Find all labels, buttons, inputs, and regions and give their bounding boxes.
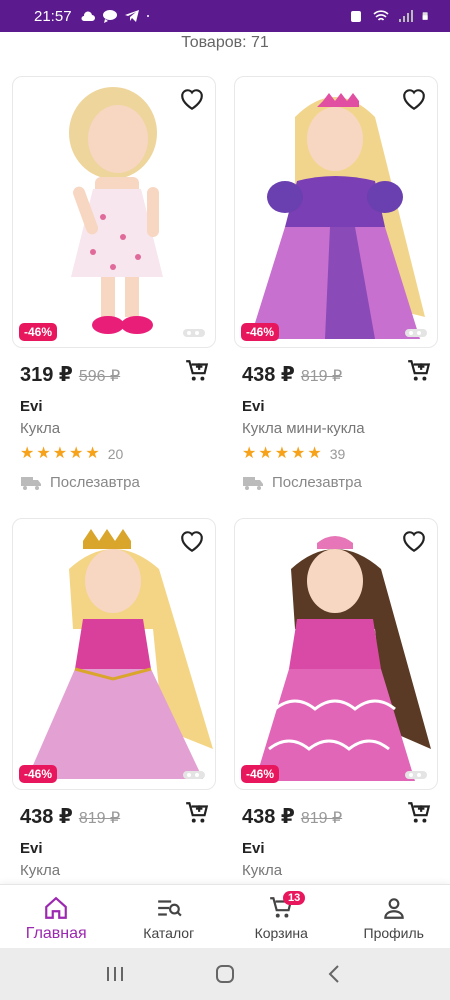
price-row: 319 ₽ 596 ₽ [20, 360, 210, 392]
star-icon: ★ [307, 445, 322, 462]
signal-icon [399, 10, 413, 22]
doll-image [255, 536, 431, 781]
cart-badge: 13 [283, 891, 306, 905]
favorite-heart-icon[interactable] [179, 87, 205, 111]
delivery-text: Послезавтра [50, 474, 140, 491]
nav-catalog-label: Каталог [143, 925, 195, 941]
old-price: 819 ₽ [300, 810, 343, 827]
nav-cart[interactable]: 13 Корзина [225, 885, 338, 948]
cart-add-icon[interactable] [406, 800, 432, 826]
star-icon: ★ [85, 445, 100, 462]
discount-badge: -46% [19, 765, 58, 783]
catalog-icon [157, 900, 182, 917]
wifi-icon [373, 10, 389, 21]
star-icon: ★ [69, 445, 84, 462]
product-card[interactable]: -46% 438 ₽ 819 ₽ Evi Кукла мини-кукла ★ ★… [234, 76, 438, 491]
truck-icon [243, 476, 263, 490]
image-pager-dots [405, 771, 427, 779]
rating-count: 39 [329, 446, 346, 462]
discount-badge: -46% [241, 323, 280, 341]
brand: Evi [242, 840, 265, 857]
system-navigation [0, 948, 450, 1000]
product-card[interactable]: -46% 319 ₽ 596 ₽ Evi Кукла ★ ★ ★ ★ ★ 20 Посл… [12, 76, 216, 491]
product-image[interactable]: -46% [12, 76, 216, 348]
star-icon: ★ [291, 445, 306, 462]
nav-home-label: Главная [25, 925, 87, 942]
rating-count: 20 [107, 446, 124, 462]
price: 438 ₽ [242, 806, 295, 828]
telegram-icon [124, 10, 139, 22]
cart-add-icon[interactable] [184, 800, 210, 826]
product-type: Кукла мини-кукла [242, 420, 365, 437]
profile-icon [383, 898, 404, 919]
recent-apps-icon[interactable] [104, 964, 126, 984]
doll-image [69, 87, 163, 334]
favorite-heart-icon[interactable] [179, 529, 205, 553]
price: 438 ₽ [242, 364, 295, 386]
favorite-heart-icon[interactable] [401, 529, 427, 553]
image-pager-dots [405, 329, 427, 337]
brand: Evi [20, 398, 43, 415]
product-image[interactable]: -46% [234, 76, 438, 348]
image-pager-dots [183, 771, 205, 779]
home-icon [45, 896, 68, 919]
status-bar: 21:57 [0, 0, 450, 32]
nav-cart-label: Корзина [254, 925, 308, 941]
doll-image [250, 93, 425, 339]
home-button-icon[interactable] [214, 963, 236, 985]
old-price: 596 ₽ [78, 368, 121, 385]
star-icon: ★ [52, 445, 68, 462]
image-pager-dots [183, 329, 205, 337]
star-icon: ★ [20, 445, 35, 462]
star-icon: ★ [242, 445, 257, 462]
nav-profile[interactable]: Профиль [338, 885, 450, 948]
nav-profile-label: Профиль [363, 925, 424, 941]
favorite-heart-icon[interactable] [401, 87, 427, 111]
rating: ★ ★ ★ ★ ★ 20 [20, 445, 124, 463]
product-type: Кукла [20, 862, 61, 879]
bottom-navigation: Главная Каталог 13 Корзина Профиль [0, 884, 450, 948]
cart-add-icon[interactable] [184, 358, 210, 384]
rating: ★ ★ ★ ★ ★ 39 [242, 445, 346, 463]
dot-icon [146, 15, 149, 17]
truck-icon [21, 476, 41, 490]
old-price: 819 ₽ [78, 810, 121, 827]
status-time: 21:57 [34, 7, 72, 25]
price-row: 438 ₽ 819 ₽ [242, 360, 432, 392]
brand: Evi [20, 840, 43, 857]
old-price: 819 ₽ [300, 368, 343, 385]
delivery: Послезавтра [20, 474, 140, 491]
discount-badge: -46% [19, 323, 58, 341]
product-image[interactable]: -46% [12, 518, 216, 790]
product-type: Кукла [242, 862, 283, 879]
nav-home[interactable]: Главная [0, 885, 113, 948]
discount-badge: -46% [241, 765, 280, 783]
price-row: 438 ₽ 819 ₽ [20, 802, 210, 834]
product-card[interactable]: -46% 438 ₽ 819 ₽ Evi Кукла [234, 518, 438, 879]
star-icon: ★ [36, 445, 51, 462]
price: 319 ₽ [20, 364, 73, 386]
star-icon: ★ [258, 445, 273, 462]
nav-catalog[interactable]: Каталог [113, 885, 226, 948]
cart-add-icon[interactable] [406, 358, 432, 384]
delivery-text: Послезавтра [272, 474, 362, 491]
cloud-icon [81, 11, 95, 21]
back-icon[interactable] [324, 963, 346, 985]
price: 438 ₽ [20, 806, 73, 828]
product-type: Кукла [20, 420, 61, 437]
doll-image [27, 529, 213, 779]
brand: Evi [242, 398, 265, 415]
delivery: Послезавтра [242, 474, 362, 491]
star-icon: ★ [274, 445, 290, 462]
price-row: 438 ₽ 819 ₽ [242, 802, 432, 834]
product-image[interactable]: -46% [234, 518, 438, 790]
chat-icon [102, 10, 117, 23]
alarm-icon [351, 11, 361, 22]
battery-icon [422, 12, 428, 20]
product-count: Товаров: 71 [181, 34, 269, 51]
product-card[interactable]: -46% 438 ₽ 819 ₽ Evi Кукла [12, 518, 216, 879]
